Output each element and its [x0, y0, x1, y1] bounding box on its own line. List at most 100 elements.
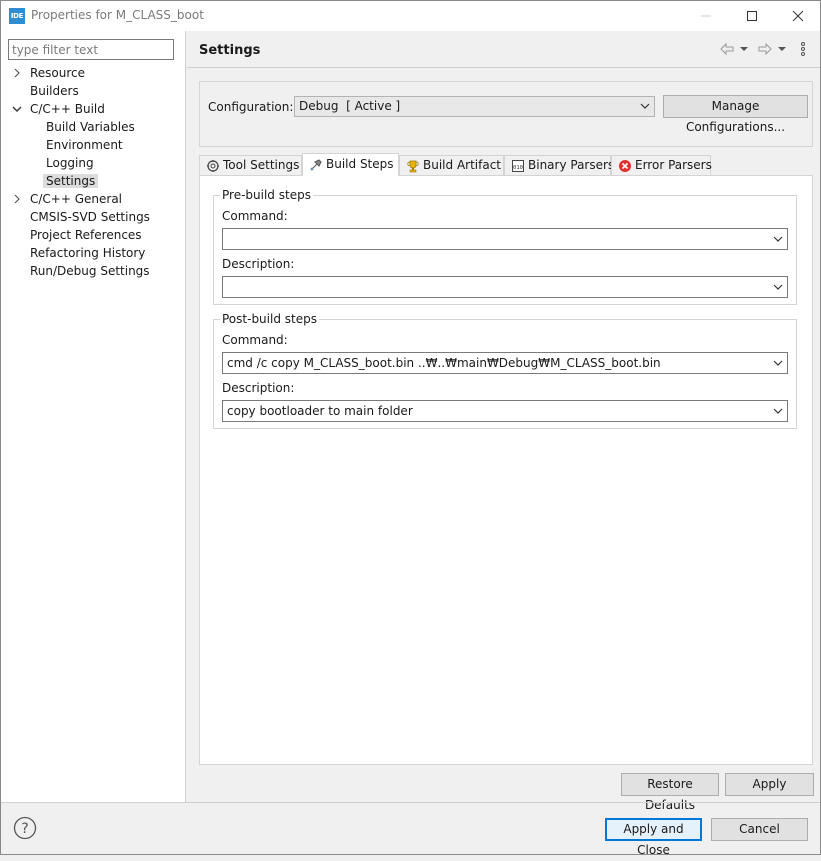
minimize-button[interactable] [683, 1, 729, 31]
tab-label: Error Parsers [635, 158, 712, 172]
back-arrow-icon [720, 42, 734, 56]
tree-item-refactoring-history[interactable]: Refactoring History [27, 244, 148, 262]
restore-defaults-button[interactable]: Restore Defaults [621, 773, 719, 812]
tree-item-cmsis-svd-settings[interactable]: CMSIS-SVD Settings [27, 208, 153, 226]
maximize-icon [747, 11, 757, 21]
chevron-down-icon[interactable] [773, 358, 783, 368]
postbuild-command-label: Command: [222, 333, 288, 347]
help-icon: ? [13, 816, 37, 840]
chevron-right-icon[interactable] [11, 193, 23, 205]
build-steps-icon [310, 159, 322, 171]
maximize-button[interactable] [729, 1, 775, 31]
settings-panel: Settings Configuration: Debug [ Active ] [187, 31, 820, 812]
help-button[interactable]: ? [13, 816, 37, 840]
postbuild-title: Post-build steps [220, 312, 319, 326]
postbuild-description-value: copy bootloader to main folder [227, 404, 413, 418]
tree-item-run-debug-settings[interactable]: Run/Debug Settings [27, 262, 153, 280]
apply-and-close-button[interactable]: Apply and Close [605, 818, 702, 857]
tree-item-build-variables[interactable]: Build Variables [43, 118, 138, 136]
tab-build-artifact[interactable]: Build Artifact [399, 155, 504, 176]
tree-item-cpp-general[interactable]: C/C++ General [14, 190, 125, 208]
more-vertical-icon [801, 42, 805, 56]
tab-binary-parsers[interactable]: 010 Binary Parsers [504, 155, 615, 176]
close-button[interactable] [775, 1, 821, 31]
tree-item-label: Project References [30, 228, 142, 242]
svg-text:010: 010 [513, 165, 523, 171]
postbuild-command-value: cmd /c copy M_CLASS_boot.bin ..₩..₩main₩… [227, 356, 661, 370]
tree-item-label: C/C++ General [30, 192, 123, 206]
title-bar: IDE Properties for M_CLASS_boot [1, 1, 820, 31]
prebuild-description-input[interactable] [222, 276, 788, 298]
chevron-down-icon[interactable] [773, 234, 783, 244]
navigation-toolbar [719, 41, 819, 61]
footer-divider [1, 802, 820, 803]
view-menu-button[interactable] [799, 41, 807, 60]
back-button[interactable] [719, 41, 735, 60]
tab-label: Build Artifact [423, 158, 501, 172]
back-history-dropdown[interactable] [739, 43, 749, 58]
chevron-down-icon[interactable] [773, 406, 783, 416]
filter-input[interactable] [8, 39, 174, 60]
postbuild-description-label: Description: [222, 381, 295, 395]
forward-history-dropdown[interactable] [777, 43, 787, 58]
properties-window: IDE Properties for M_CLASS_boot Resource… [0, 0, 821, 857]
trophy-icon [407, 160, 419, 173]
configuration-group: Configuration: Debug [ Active ] Manage C… [199, 81, 813, 147]
minimize-icon [701, 15, 711, 17]
tree-item-label: Resource [30, 66, 86, 80]
forward-button[interactable] [757, 41, 773, 60]
tree-item-resource[interactable]: Resource [14, 64, 88, 82]
chevron-down-icon [640, 103, 650, 109]
tree-item-label: CMSIS-SVD Settings [30, 210, 150, 224]
chevron-down-icon[interactable] [11, 103, 23, 115]
settings-tabs: Tool Settings Build Steps Build Artifact… [199, 153, 813, 176]
configuration-label: Configuration: [208, 100, 294, 114]
tab-label: Binary Parsers [528, 158, 615, 172]
tree-item-project-references[interactable]: Project References [27, 226, 145, 244]
binary-icon: 010 [512, 160, 524, 172]
tool-settings-icon [207, 160, 219, 172]
tab-tool-settings[interactable]: Tool Settings [199, 155, 302, 176]
ide-app-icon: IDE [9, 8, 25, 24]
dropdown-triangle-icon [778, 47, 786, 51]
prebuild-command-input[interactable] [222, 228, 788, 250]
error-icon [619, 160, 631, 172]
window-title: Properties for M_CLASS_boot [31, 8, 204, 22]
configuration-value: Debug [ Active ] [299, 99, 401, 113]
tree-item-label: Builders [30, 84, 79, 98]
chevron-right-icon[interactable] [11, 67, 23, 79]
tree-item-label: Logging [46, 156, 94, 170]
svg-text:?: ? [21, 821, 28, 837]
chevron-down-icon[interactable] [773, 282, 783, 292]
tab-label: Build Steps [326, 157, 394, 171]
prebuild-description-label: Description: [222, 257, 295, 271]
close-icon [792, 10, 804, 22]
tree-item-label: Refactoring History [30, 246, 146, 260]
prebuild-command-label: Command: [222, 209, 288, 223]
header-divider [187, 67, 820, 68]
manage-configurations-button[interactable]: Manage Configurations... [663, 95, 808, 134]
tree-item-logging[interactable]: Logging [43, 154, 97, 172]
tree-item-builders[interactable]: Builders [27, 82, 82, 100]
tree-item-cpp-build[interactable]: C/C++ Build [12, 100, 108, 118]
tree-item-settings[interactable]: Settings [43, 172, 99, 190]
postbuild-group: Post-build steps Command: cmd /c copy M_… [213, 312, 797, 429]
build-steps-content: Pre-build steps Command: Description: Po… [199, 175, 813, 765]
configuration-select[interactable]: Debug [ Active ] [294, 96, 655, 117]
postbuild-description-input[interactable]: copy bootloader to main folder [222, 400, 788, 422]
cancel-button[interactable]: Cancel [711, 818, 808, 841]
prebuild-title: Pre-build steps [220, 188, 313, 202]
page-title: Settings [199, 43, 261, 58]
prebuild-group: Pre-build steps Command: Description: [213, 188, 797, 305]
tab-label: Tool Settings [223, 158, 300, 172]
tab-build-steps[interactable]: Build Steps [302, 153, 399, 176]
tree-item-label: Settings [43, 174, 99, 188]
apply-button[interactable]: Apply [725, 773, 814, 796]
forward-arrow-icon [758, 42, 772, 56]
tree-item-label: C/C++ Build [30, 102, 105, 116]
tree-item-label: Environment [46, 138, 123, 152]
tree-item-label: Run/Debug Settings [30, 264, 150, 278]
tree-item-environment[interactable]: Environment [43, 136, 126, 154]
postbuild-command-input[interactable]: cmd /c copy M_CLASS_boot.bin ..₩..₩main₩… [222, 352, 788, 374]
tab-error-parsers[interactable]: Error Parsers [611, 155, 712, 176]
